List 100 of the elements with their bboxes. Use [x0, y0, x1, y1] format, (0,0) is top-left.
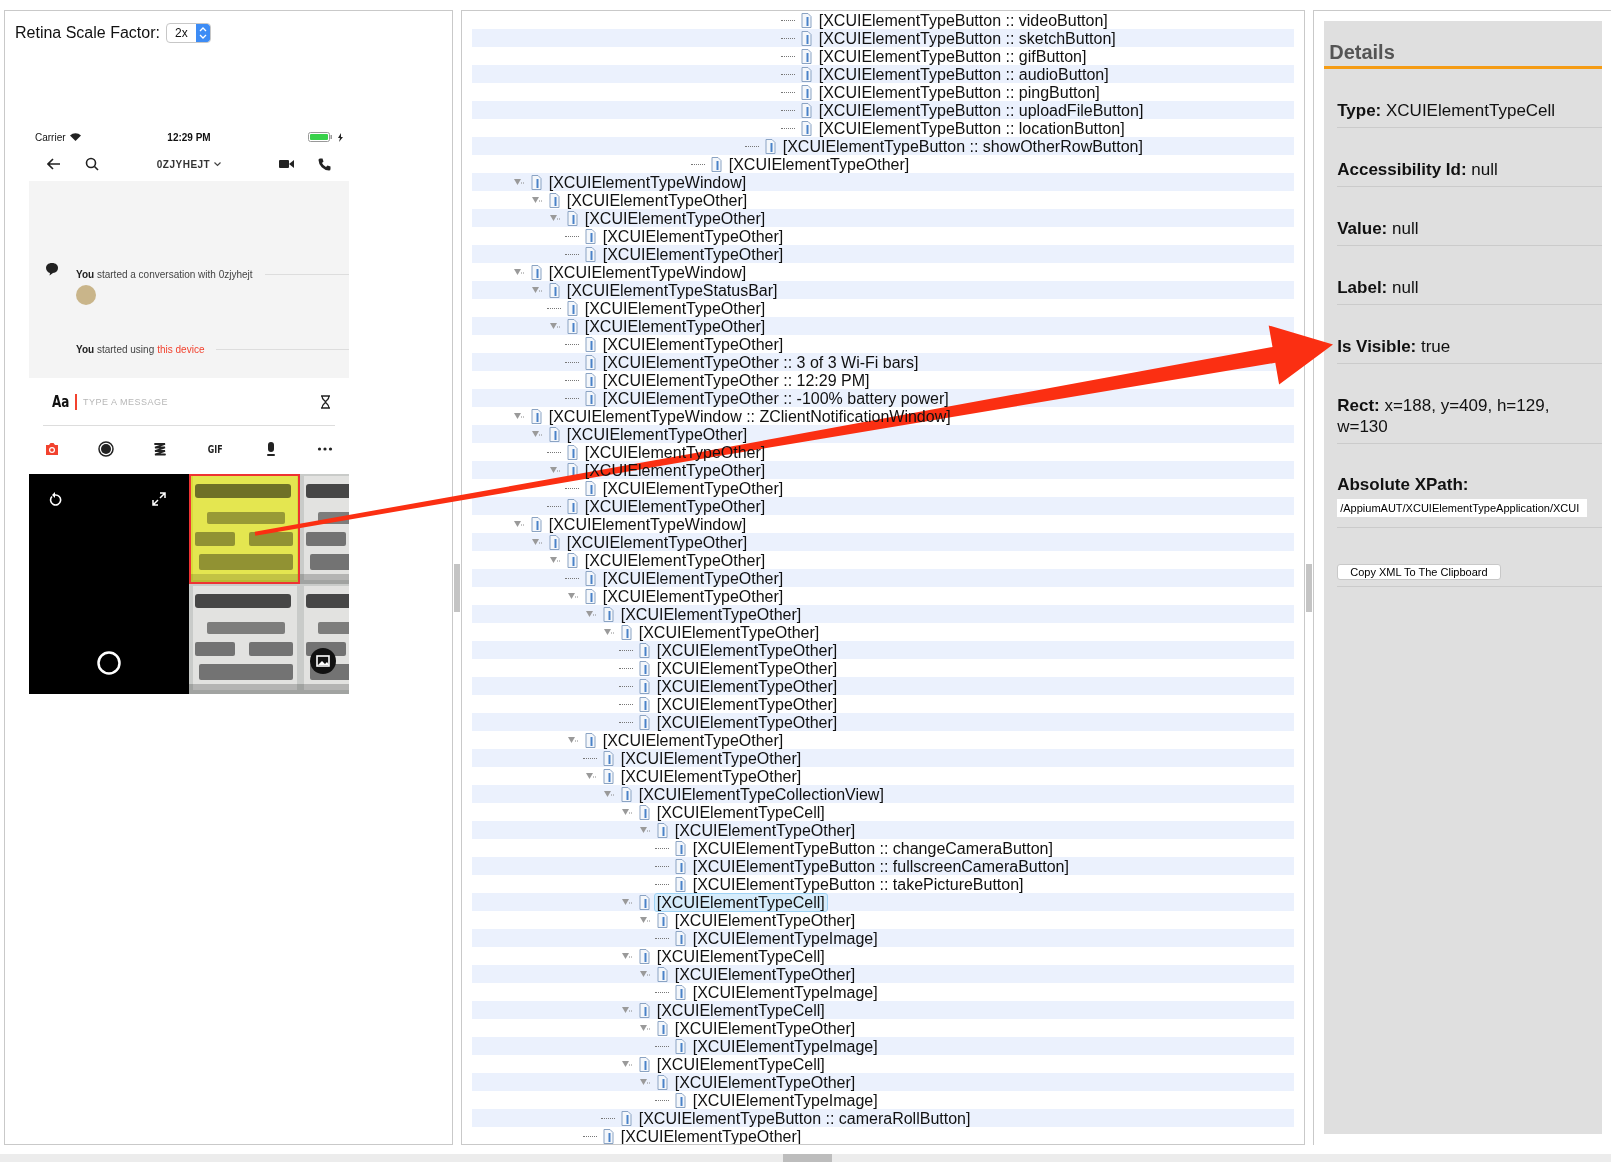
- tree-node[interactable]: [XCUIElementTypeOther]: [671, 964, 859, 984]
- tree-node[interactable]: [XCUIElementTypeOther :: -100% battery power]: [599, 388, 952, 408]
- tree-node[interactable]: [XCUIElementTypeButton :: changeCameraButton]: [689, 838, 1056, 858]
- hourglass-icon[interactable]: [320, 394, 331, 409]
- tree-node[interactable]: [XCUIElementTypeOther]: [581, 496, 769, 516]
- copy-xml-button[interactable]: Copy XML To The Clipboard: [1337, 564, 1501, 580]
- tree-node[interactable]: [XCUIElementTypeStatusBar]: [563, 280, 781, 300]
- tree-node[interactable]: [XCUIElementTypeImage]: [689, 1090, 881, 1110]
- tree-node[interactable]: [XCUIElementTypeButton :: cameraRollButton]: [635, 1108, 974, 1128]
- stepper-icon: [195, 24, 210, 42]
- tree-node[interactable]: [XCUIElementTypeOther]: [653, 694, 841, 714]
- back-icon[interactable]: [47, 158, 61, 170]
- tree-node[interactable]: [XCUIElementTypeOther :: 3 of 3 Wi-Fi bars]: [599, 352, 922, 372]
- tree-node[interactable]: [XCUIElementTypeOther]: [617, 748, 805, 768]
- tree-node[interactable]: [XCUIElementTypeWindow]: [545, 262, 750, 282]
- system-message: You started using: [76, 344, 155, 355]
- tree-node[interactable]: [XCUIElementTypeOther]: [599, 730, 787, 750]
- shutter-button[interactable]: [97, 651, 121, 675]
- tree-node[interactable]: [XCUIElementTypeOther]: [581, 316, 769, 336]
- tree-node[interactable]: [XCUIElementTypeOther]: [599, 568, 787, 588]
- splitter-handle[interactable]: [453, 563, 460, 612]
- conversation-title[interactable]: 0ZJYHEJT: [156, 158, 211, 170]
- tree-node[interactable]: [XCUIElementTypeOther]: [671, 910, 859, 930]
- tree-node[interactable]: [XCUIElementTypeOther]: [617, 604, 805, 624]
- search-icon[interactable]: [85, 157, 99, 171]
- tree-node[interactable]: [XCUIElementTypeOther]: [563, 190, 751, 210]
- tree-node[interactable]: [XCUIElementTypeButton :: locationButton]: [815, 118, 1128, 138]
- tree-node[interactable]: [XCUIElementTypeCollectionView]: [635, 784, 887, 804]
- tree-node[interactable]: [XCUIElementTypeCell]: [653, 1054, 828, 1074]
- tree-node[interactable]: [XCUIElementTypeButton :: pingButton]: [815, 82, 1103, 102]
- tree-node[interactable]: [XCUIElementTypeOther]: [725, 154, 913, 174]
- chevron-down-icon[interactable]: [214, 161, 222, 167]
- tree-node[interactable]: [XCUIElementTypeCell]: [653, 802, 828, 822]
- expand-icon[interactable]: [152, 492, 166, 506]
- tree-node[interactable]: [XCUIElementTypeOther]: [653, 658, 841, 678]
- device-link[interactable]: this device: [157, 344, 205, 355]
- scale-select[interactable]: 2x: [165, 23, 211, 43]
- tree-node[interactable]: [XCUIElementTypeCell]: [653, 892, 828, 912]
- phone-icon[interactable]: [318, 157, 331, 171]
- video-camera-icon[interactable]: [279, 159, 294, 169]
- tree-node[interactable]: [XCUIElementTypeOther :: 12:29 PM]: [599, 370, 873, 390]
- tree-node[interactable]: [XCUIElementTypeOther]: [671, 1018, 859, 1038]
- detail-field: Label: null: [1337, 246, 1603, 305]
- format-button[interactable]: Aa: [52, 392, 70, 411]
- tree-node[interactable]: [XCUIElementTypeButton :: videoButton]: [815, 11, 1111, 30]
- tree-node[interactable]: [XCUIElementTypeCell]: [653, 1000, 828, 1020]
- tree-node[interactable]: [XCUIElementTypeButton :: fullscreenCameraButton]: [689, 856, 1072, 876]
- element-icon: [600, 1128, 615, 1144]
- tree-node[interactable]: [XCUIElementTypeOther]: [653, 712, 841, 732]
- record-icon[interactable]: [98, 441, 115, 457]
- tree-node[interactable]: [XCUIElementTypeOther]: [581, 208, 769, 228]
- tree-node[interactable]: [XCUIElementTypeImage]: [689, 928, 881, 948]
- tree-node[interactable]: [XCUIElementTypeButton :: takePictureButton]: [689, 874, 1027, 894]
- rotate-icon[interactable]: [48, 491, 62, 506]
- tree-node[interactable]: [XCUIElementTypeWindow]: [545, 514, 750, 534]
- sketch-icon[interactable]: [152, 441, 169, 457]
- element-icon: [672, 876, 687, 892]
- message-input[interactable]: TYPE A MESSAGE: [83, 393, 320, 410]
- tree-node[interactable]: [XCUIElementTypeImage]: [689, 982, 881, 1002]
- detail-field: Accessibility Id: null: [1337, 128, 1603, 187]
- xpath-field[interactable]: /AppiumAUT/XCUIElementTypeApplication/XCUI: [1337, 499, 1588, 517]
- charging-icon: [338, 132, 343, 142]
- tree-node[interactable]: [XCUIElementTypeButton :: showOtherRowButton]: [779, 136, 1146, 156]
- tree-node[interactable]: [XCUIElementTypeOther]: [599, 226, 787, 246]
- clock-label: 12:29 PM: [167, 131, 211, 143]
- tree-node[interactable]: [XCUIElementTypeOther]: [599, 478, 787, 498]
- tree-node[interactable]: [XCUIElementTypeImage]: [689, 1036, 881, 1056]
- tree-node[interactable]: [XCUIElementTypeOther]: [617, 766, 805, 786]
- chat-bubble-icon: [45, 262, 59, 276]
- tree-node[interactable]: [XCUIElementTypeButton :: gifButton]: [815, 46, 1090, 66]
- detail-field: Is Visible: true: [1337, 305, 1603, 364]
- tree-node[interactable]: [XCUIElementTypeOther]: [599, 244, 787, 264]
- splitter-handle[interactable]: [1306, 563, 1313, 612]
- tree-node[interactable]: [XCUIElementTypeButton :: uploadFileButton]: [815, 100, 1147, 120]
- tree-node[interactable]: [XCUIElementTypeOther]: [617, 1126, 805, 1144]
- tree-node[interactable]: [XCUIElementTypeOther]: [653, 676, 841, 696]
- tree-node[interactable]: [XCUIElementTypeOther]: [671, 1072, 859, 1092]
- gif-button[interactable]: GIF: [208, 441, 223, 457]
- gallery-icon[interactable]: [310, 648, 336, 674]
- tree-node[interactable]: [XCUIElementTypeOther]: [599, 334, 787, 354]
- system-message: You started a conversation with 0zjyhejt: [76, 269, 253, 280]
- scale-label: Retina Scale Factor:: [15, 24, 160, 42]
- tree-node[interactable]: [XCUIElementTypeOther]: [563, 424, 751, 444]
- tree-node[interactable]: [XCUIElementTypeOther]: [581, 298, 769, 318]
- xpath-label: Absolute XPath:: [1337, 475, 1470, 495]
- tree-node[interactable]: [XCUIElementTypeOther]: [563, 532, 751, 552]
- scrollbar-thumb[interactable]: [783, 1154, 832, 1162]
- camera-icon[interactable]: [44, 441, 60, 457]
- tree-node[interactable]: [XCUIElementTypeButton :: sketchButton]: [815, 28, 1119, 48]
- tree-node[interactable]: [XCUIElementTypeOther]: [635, 622, 823, 642]
- tree-node[interactable]: [XCUIElementTypeWindow]: [545, 172, 750, 192]
- tree-node[interactable]: [XCUIElementTypeButton :: audioButton]: [815, 64, 1112, 84]
- tree-node[interactable]: [XCUIElementTypeOther]: [653, 640, 841, 660]
- detail-field: Rect: x=188, y=409, h=129, w=130: [1337, 364, 1603, 444]
- tree-node[interactable]: [XCUIElementTypeOther]: [671, 820, 859, 840]
- detail-field: Value: null: [1337, 187, 1603, 246]
- tree-node[interactable]: [XCUIElementTypeOther]: [581, 550, 769, 570]
- tree-node[interactable]: [XCUIElementTypeCell]: [653, 946, 828, 966]
- wifi-icon: [69, 133, 81, 141]
- tree-node[interactable]: [XCUIElementTypeOther]: [599, 586, 787, 606]
